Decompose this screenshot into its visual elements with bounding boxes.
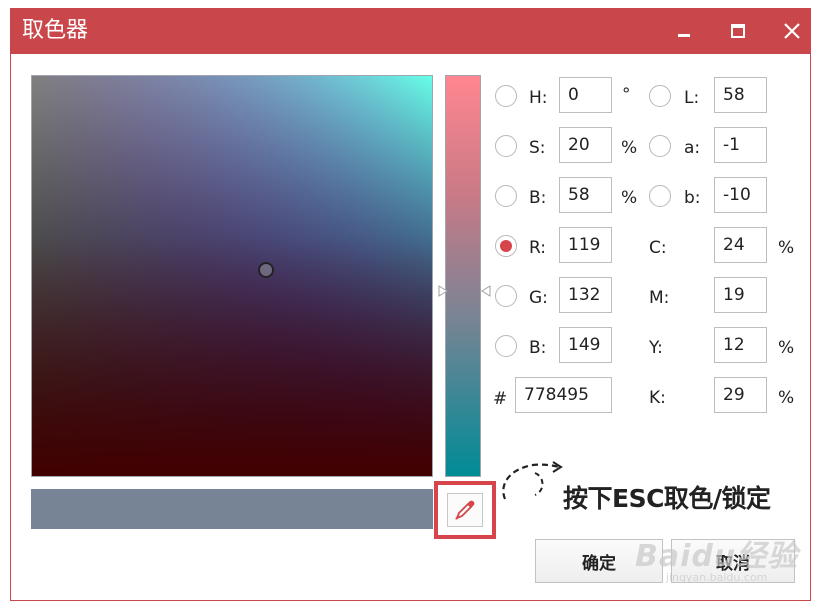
color-picker-window: 取色器 H: 0 ° S: 20 % B: 58 % R: 119 G: 132… [10,8,811,601]
minimize-icon [678,34,690,37]
unit-y: % [778,338,795,358]
window-title: 取色器 [22,18,89,43]
slider-marker-left-icon[interactable] [438,285,448,297]
label-brightness: B: [529,188,547,208]
esc-hint-text: 按下ESC取色/锁定 [563,484,771,513]
radio-a[interactable] [649,135,671,157]
m-field[interactable]: 19 [714,277,767,313]
b-lab-field[interactable]: -10 [714,177,767,213]
unit-s: % [621,138,638,158]
unit-brightness: % [621,188,638,208]
h-field[interactable]: 0 [559,77,612,113]
maximize-button[interactable] [723,17,753,45]
l-field[interactable]: 58 [714,77,767,113]
s-field[interactable]: 20 [559,127,612,163]
label-y: Y: [649,338,663,358]
unit-degree: ° [622,85,631,105]
r-field[interactable]: 119 [559,227,612,263]
eyedropper-frame [447,493,483,527]
radio-b-lab[interactable] [649,185,671,207]
label-c: C: [649,238,667,258]
hex-field[interactable]: 778495 [515,377,612,413]
radio-s[interactable] [495,135,517,157]
title-bar[interactable]: 取色器 [11,9,810,54]
radio-brightness[interactable] [495,185,517,207]
a-field[interactable]: -1 [714,127,767,163]
label-hex: # [493,389,508,409]
slider-marker-right-icon[interactable] [481,285,491,297]
color-preview [31,489,433,529]
b-channel-field[interactable]: 149 [559,327,612,363]
saturation-value-square[interactable] [31,75,433,477]
label-g: G: [529,288,548,308]
curved-arrow-icon [502,461,563,500]
close-icon [784,23,800,39]
hue-slider[interactable] [445,75,481,477]
radio-g[interactable] [495,285,517,307]
maximize-icon [731,24,745,38]
eyedropper-icon [455,500,475,520]
c-field[interactable]: 24 [714,227,767,263]
label-b-channel: B: [529,338,547,358]
label-k: K: [649,388,666,408]
label-a: a: [684,138,701,158]
label-l: L: [684,88,700,108]
g-field[interactable]: 132 [559,277,612,313]
radio-r[interactable] [495,235,517,257]
unit-k: % [778,388,795,408]
radio-h[interactable] [495,85,517,107]
minimize-button[interactable] [669,17,699,45]
y-field[interactable]: 12 [714,327,767,363]
baidu-watermark: Baidu经验 jingyan.baidu.com [635,531,798,584]
close-button[interactable] [777,17,807,45]
radio-b-channel[interactable] [495,335,517,357]
radio-l[interactable] [649,85,671,107]
sv-picker-handle[interactable] [258,262,274,278]
watermark-main: Baidu经验 [635,539,799,574]
eyedropper-button[interactable] [434,481,496,539]
k-field[interactable]: 29 [714,377,767,413]
label-r: R: [529,238,547,258]
sv-shade-overlay [32,76,432,476]
brightness-field[interactable]: 58 [559,177,612,213]
label-s: S: [529,138,546,158]
label-h: H: [529,88,548,108]
label-m: M: [649,288,670,308]
unit-c: % [778,238,795,258]
label-b-lab: b: [684,188,701,208]
